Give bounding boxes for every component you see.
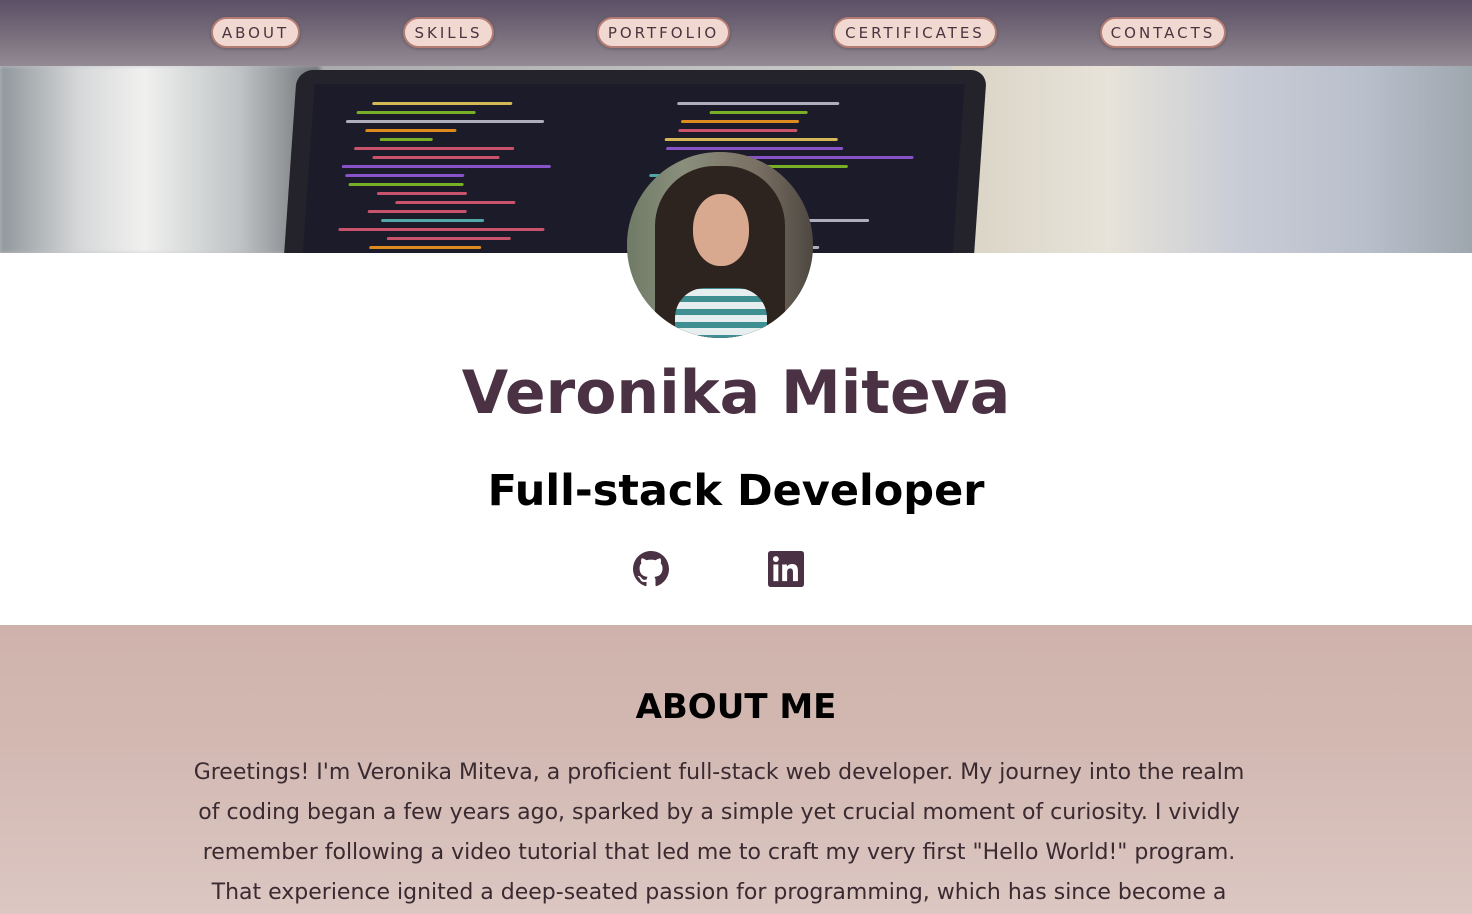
code-line [372, 156, 500, 159]
nav-contacts-button[interactable]: CONTACTS [1100, 17, 1226, 48]
code-line [678, 129, 798, 132]
code-line [376, 192, 468, 195]
code-line [356, 111, 476, 114]
top-navigation: ABOUT SKILLS PORTFOLIO CERTIFICATES CONT… [0, 0, 1472, 66]
nav-skills-button[interactable]: SKILLS [403, 17, 494, 48]
code-line [666, 147, 844, 150]
code-line [369, 246, 482, 249]
profile-name: Veronika Miteva [461, 358, 1011, 428]
code-line [680, 120, 800, 123]
about-text: Greetings! I'm Veronika Miteva, a profic… [193, 760, 1245, 905]
code-line [354, 147, 515, 150]
code-line [348, 183, 464, 186]
code-line [367, 210, 467, 213]
code-line [338, 228, 545, 231]
nav-portfolio-button[interactable]: PORTFOLIO [597, 17, 730, 48]
github-link[interactable] [633, 550, 669, 588]
hero-background-left [0, 66, 320, 253]
hero-background-right [952, 66, 1472, 253]
nav-about-button[interactable]: ABOUT [211, 17, 300, 48]
code-line [379, 138, 433, 141]
code-line [365, 129, 457, 132]
github-icon [633, 551, 669, 587]
code-line [345, 120, 545, 123]
about-title: ABOUT ME [635, 687, 837, 727]
code-line [386, 237, 511, 240]
nav-certificates-button[interactable]: CERTIFICATES [833, 17, 997, 48]
linkedin-icon [768, 551, 804, 587]
code-line [677, 102, 840, 105]
code-line [664, 138, 838, 141]
code-line [380, 219, 485, 222]
code-line [345, 174, 465, 177]
profile-role: Full-stack Developer [487, 466, 985, 516]
about-section: ABOUT ME Greetings! I'm Veronika Miteva,… [0, 625, 1472, 914]
profile-avatar [627, 152, 813, 338]
code-line [709, 111, 808, 114]
linkedin-link[interactable] [768, 550, 804, 588]
code-line [395, 201, 516, 204]
code-line [372, 102, 513, 105]
code-line [341, 165, 551, 168]
